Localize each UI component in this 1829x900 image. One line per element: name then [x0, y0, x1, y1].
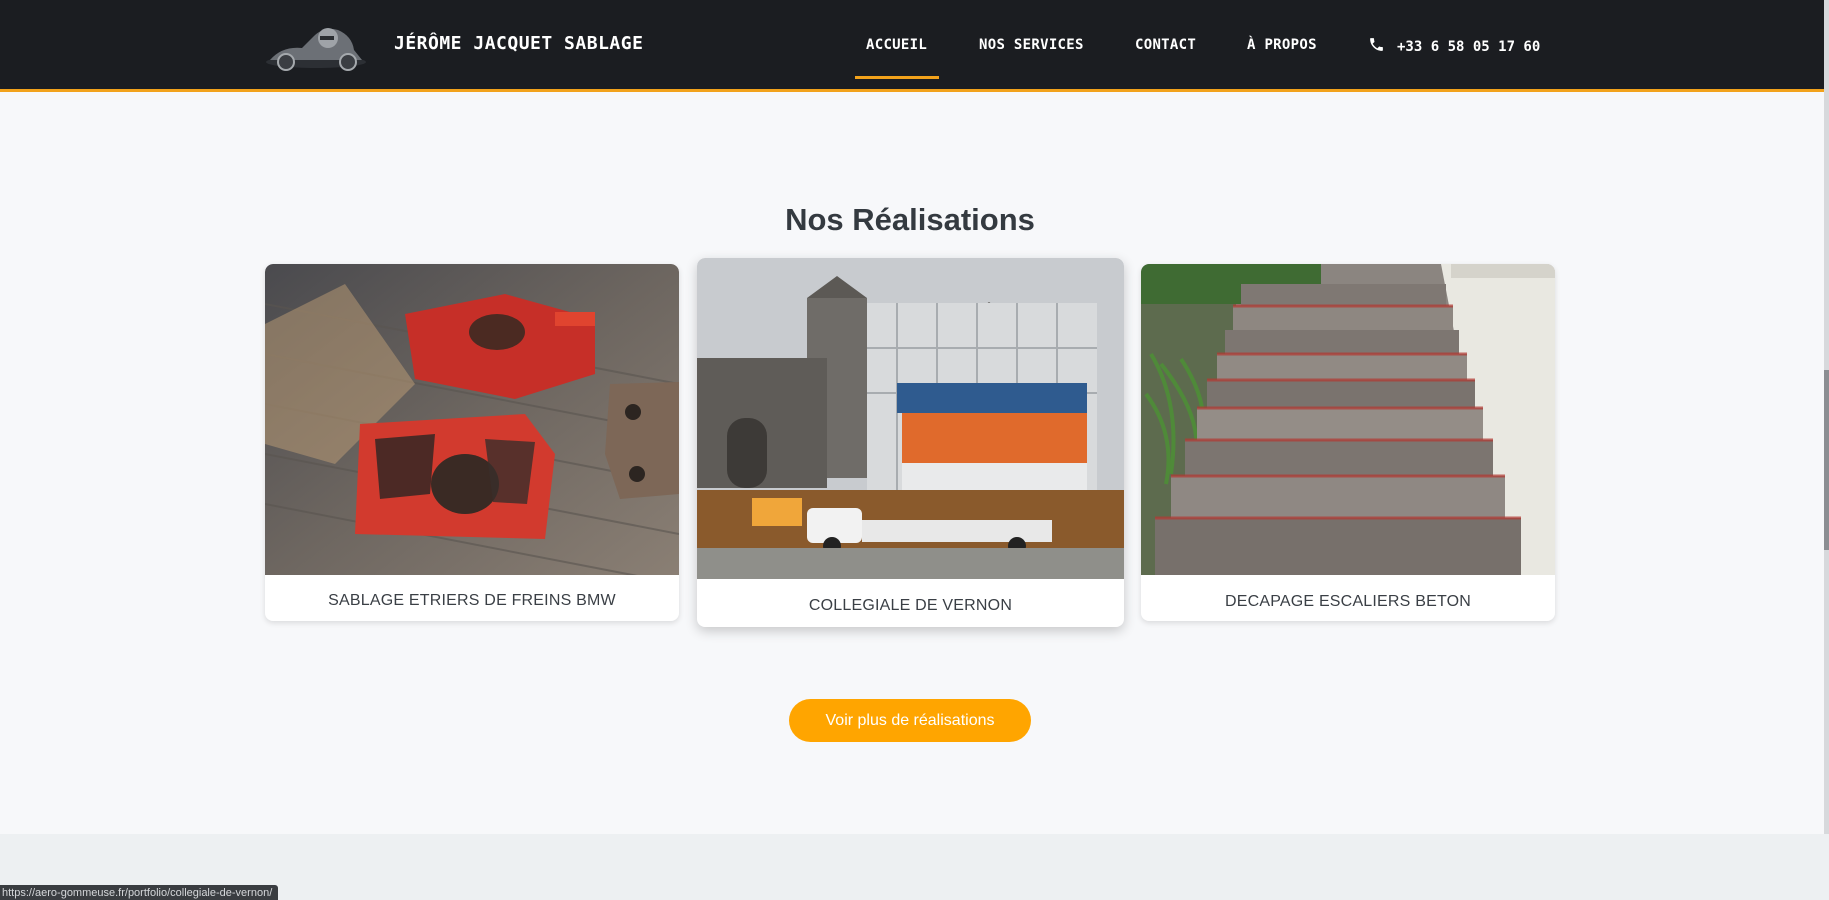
scaffolded-church-photo[interactable]: [697, 258, 1124, 579]
phone-link[interactable]: +33 6 58 05 17 60: [1368, 36, 1540, 57]
portfolio-card[interactable]: COLLEGIALE DE VERNON: [697, 258, 1124, 627]
phone-icon: [1368, 36, 1385, 57]
scrollbar-thumb[interactable]: [1824, 370, 1829, 550]
red-brake-calipers-photo[interactable]: [265, 264, 679, 575]
nav-nos-services[interactable]: NOS SERVICES: [979, 37, 1084, 53]
card-caption[interactable]: DECAPAGE ESCALIERS BETON: [1141, 593, 1555, 611]
concrete-stairs-photo[interactable]: [1141, 264, 1555, 575]
status-bar-url: https://aero-gommeuse.fr/portfolio/colle…: [0, 885, 279, 900]
section-title: Nos Réalisations: [785, 202, 1035, 237]
portfolio-card[interactable]: SABLAGE ETRIERS DE FREINS BMW: [265, 264, 679, 621]
nav-accueil[interactable]: ACCUEIL: [854, 37, 940, 79]
phone-number: +33 6 58 05 17 60: [1397, 38, 1541, 55]
scrollbar-track[interactable]: [1824, 0, 1829, 900]
brand-logo[interactable]: [262, 16, 370, 72]
card-caption[interactable]: SABLAGE ETRIERS DE FREINS BMW: [265, 592, 679, 610]
brand-name[interactable]: JÉRÔME JACQUET SABLAGE: [394, 33, 643, 54]
more-realisations-button[interactable]: Voir plus de réalisations: [789, 699, 1031, 742]
site-header: JÉRÔME JACQUET SABLAGE ACCUEIL NOS SERVI…: [0, 0, 1824, 92]
card-caption[interactable]: COLLEGIALE DE VERNON: [697, 597, 1124, 615]
portfolio-card[interactable]: DECAPAGE ESCALIERS BETON: [1141, 264, 1555, 621]
nav-contact[interactable]: CONTACT: [1135, 37, 1196, 53]
nav-a-propos[interactable]: À PROPOS: [1247, 37, 1317, 53]
